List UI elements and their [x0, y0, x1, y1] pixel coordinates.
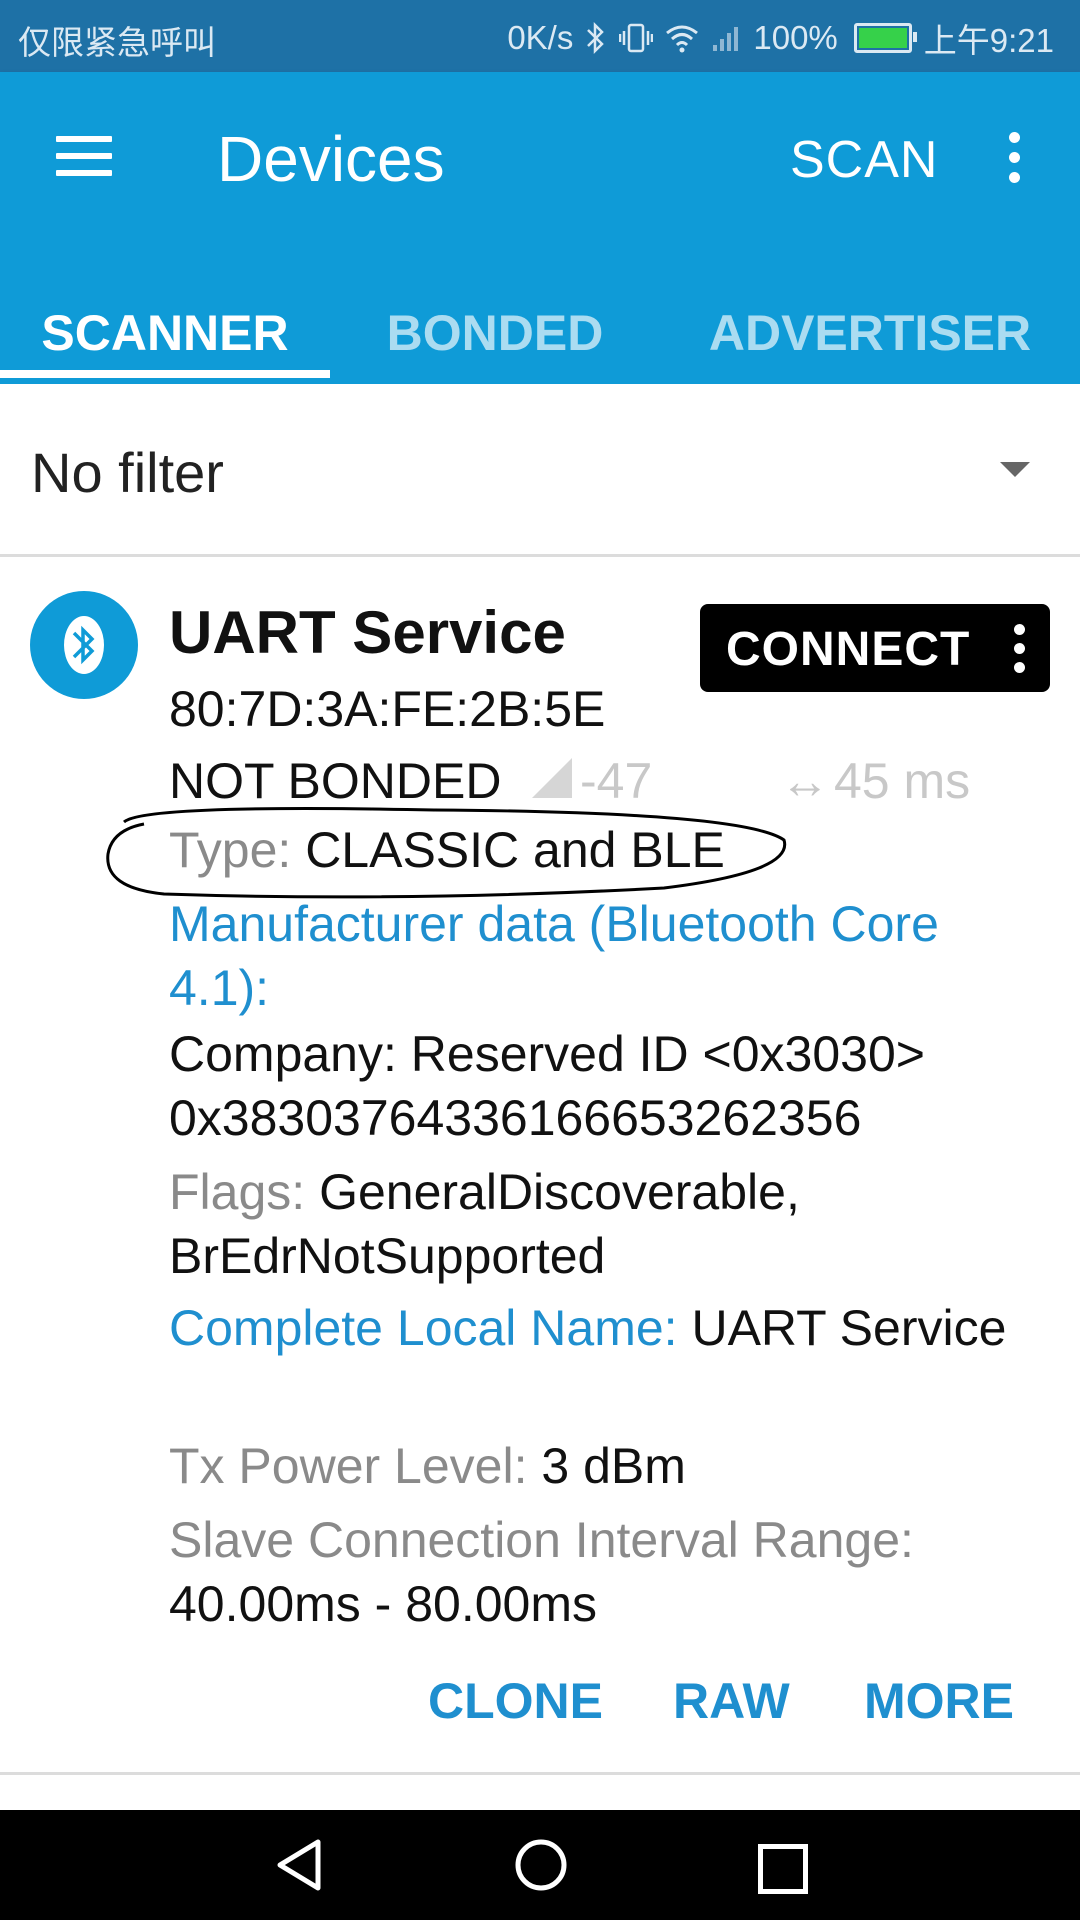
slave-interval-label: Slave Connection Interval Range:	[169, 1512, 914, 1568]
scan-button[interactable]: SCAN	[790, 130, 938, 190]
device-type: Type: CLASSIC and BLE	[169, 818, 1049, 882]
tab-indicator	[0, 370, 330, 378]
system-nav-bar	[0, 1810, 1080, 1920]
flags: Flags: GeneralDiscoverable, BrEdrNotSupp…	[169, 1160, 1049, 1288]
tx-power-value: 3 dBm	[541, 1438, 686, 1494]
raw-button[interactable]: RAW	[673, 1672, 790, 1730]
tab-bar: SCANNER BONDED ADVERTISER	[0, 282, 1080, 384]
more-vert-icon[interactable]	[1004, 132, 1024, 192]
bluetooth-device-icon	[30, 591, 138, 699]
device-card[interactable]: UART Service 80:7D:3A:FE:2B:5E NOT BONDE…	[0, 556, 1080, 1776]
clock: 上午9:21	[923, 22, 1054, 59]
page-title: Devices	[217, 123, 445, 195]
company-data: 0x38303764336166653262356	[169, 1090, 862, 1146]
slave-interval-value: 40.00ms - 80.00ms	[169, 1576, 597, 1632]
type-label: Type:	[169, 822, 306, 878]
carrier-text: 仅限紧急呼叫	[18, 24, 216, 61]
tx-power-label: Tx Power Level:	[169, 1438, 542, 1494]
flags-label: Flags:	[169, 1164, 320, 1220]
clone-button[interactable]: CLONE	[428, 1672, 603, 1730]
device-address: 80:7D:3A:FE:2B:5E	[169, 681, 606, 737]
next-list-item	[0, 1772, 1080, 1813]
dropdown-arrow-icon	[1000, 462, 1030, 477]
filter-dropdown[interactable]: No filter	[0, 384, 1080, 557]
menu-icon[interactable]	[56, 136, 112, 180]
network-speed: 0K/s	[507, 19, 574, 56]
app-bar: Devices SCAN SCANNER BONDED ADVERTISER	[0, 72, 1080, 384]
tab-bonded[interactable]: BONDED	[330, 282, 660, 384]
card-actions: CLONE RAW MORE	[0, 1672, 1080, 1762]
battery-icon	[853, 23, 917, 53]
signal-icon	[711, 23, 741, 53]
bond-state: NOT BONDED	[169, 753, 502, 809]
interval-arrows-icon: ↔	[780, 753, 830, 809]
manufacturer-label: Manufacturer data (Bluetooth Core 4.1):	[169, 896, 939, 1016]
connect-label: CONNECT	[726, 623, 971, 676]
rssi-value: -47	[580, 753, 653, 809]
status-icons: 0K/s 100% 上午9:21	[507, 14, 1054, 62]
status-bar: 仅限紧急呼叫 0K/s 100% 上午9:21	[0, 0, 1080, 72]
recent-apps-icon[interactable]	[758, 1844, 808, 1894]
vibrate-icon	[619, 21, 654, 55]
tab-scanner[interactable]: SCANNER	[0, 282, 330, 384]
bluetooth-icon	[585, 21, 607, 55]
device-name: UART Service	[169, 599, 566, 666]
signal-strength-icon	[532, 758, 572, 798]
filter-value: No filter	[31, 441, 224, 504]
advertising-interval: 45 ms	[834, 753, 971, 809]
local-name: Complete Local Name: UART Service	[169, 1296, 1049, 1360]
home-icon[interactable]	[514, 1838, 568, 1897]
connect-more-icon[interactable]	[1014, 624, 1026, 681]
local-name-value: UART Service	[691, 1300, 1007, 1356]
wifi-icon	[665, 23, 699, 53]
tab-advertiser[interactable]: ADVERTISER	[660, 282, 1080, 384]
more-button[interactable]: MORE	[864, 1672, 1014, 1730]
company-line: Company: Reserved ID <0x3030>	[169, 1026, 925, 1082]
tx-power: Tx Power Level: 3 dBm	[169, 1434, 1049, 1498]
back-icon[interactable]	[274, 1838, 324, 1897]
local-name-label: Complete Local Name:	[169, 1300, 692, 1356]
type-value: CLASSIC and BLE	[305, 822, 725, 878]
battery-percent: 100%	[753, 19, 838, 56]
connect-button[interactable]: CONNECT	[700, 604, 1050, 692]
